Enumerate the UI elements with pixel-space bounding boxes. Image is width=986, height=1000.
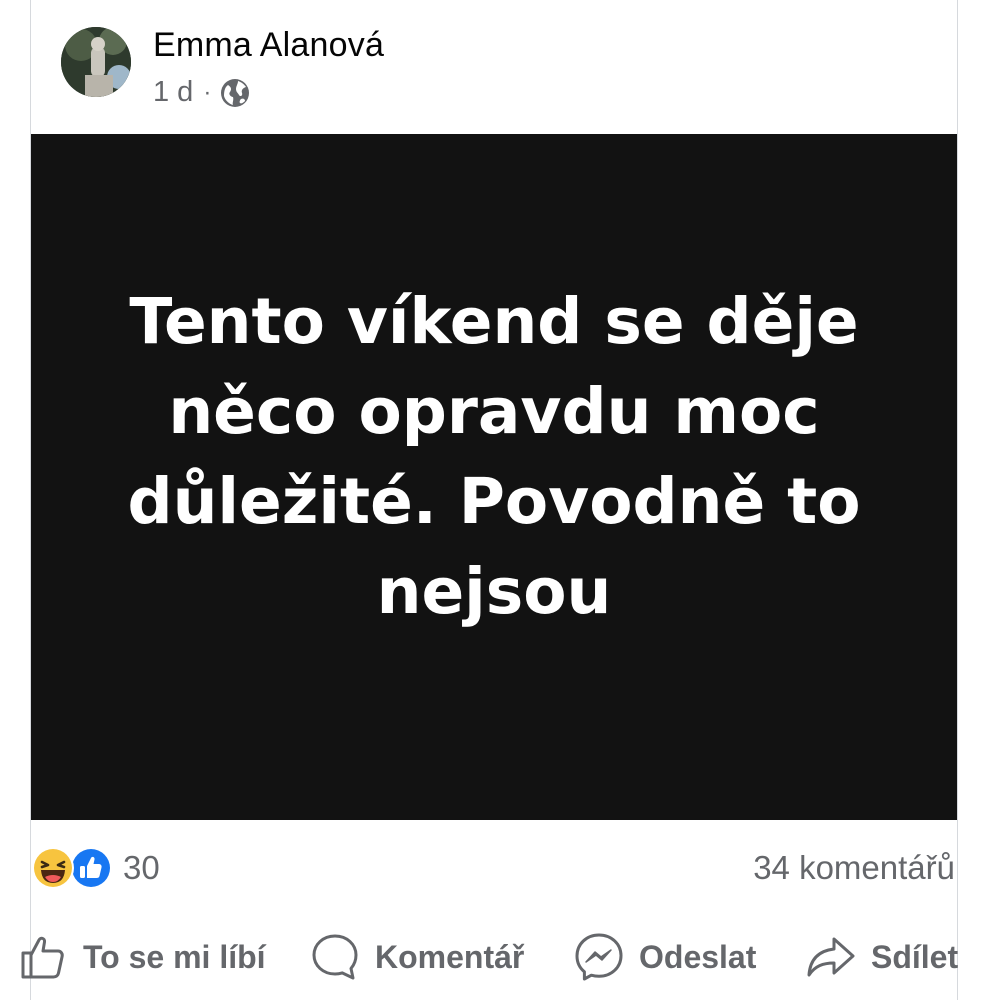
like-label: To se mi líbí: [83, 938, 266, 975]
post-time[interactable]: 1 d: [153, 76, 193, 109]
globe-icon[interactable]: [219, 77, 251, 109]
comment-bubble-icon: [309, 931, 361, 983]
post-actions: To se mi líbí Komentář Odeslat Sdílet: [21, 925, 958, 989]
comment-count[interactable]: 34 komentářů: [753, 849, 955, 887]
post-meta: 1 d ·: [153, 76, 251, 109]
send-button[interactable]: Odeslat: [573, 925, 756, 989]
share-label: Sdílet: [871, 938, 959, 975]
reactions-summary: 30 34 komentářů: [31, 840, 957, 896]
like-icon: [69, 846, 113, 890]
comment-label: Komentář: [375, 938, 525, 975]
send-label: Odeslat: [639, 938, 757, 975]
share-button[interactable]: Sdílet: [805, 925, 958, 989]
like-button[interactable]: To se mi líbí: [17, 925, 266, 989]
post-card: Emma Alanová 1 d · Tento víkend se děje …: [21, 0, 958, 1000]
meta-separator: ·: [203, 78, 212, 106]
messenger-icon: [573, 931, 625, 983]
thumbs-up-icon: [17, 931, 69, 983]
haha-icon: [31, 846, 75, 890]
author-name[interactable]: Emma Alanová: [153, 26, 384, 65]
comment-button[interactable]: Komentář: [309, 925, 524, 989]
reaction-count[interactable]: 30: [123, 849, 160, 887]
post-image[interactable]: Tento víkend se děje něco opravdu moc dů…: [31, 134, 957, 820]
share-arrow-icon: [805, 931, 857, 983]
reaction-icons[interactable]: [31, 846, 115, 890]
post-image-text: Tento víkend se děje něco opravdu moc dů…: [127, 285, 861, 628]
post-header: Emma Alanová 1 d ·: [31, 0, 957, 134]
author-avatar[interactable]: [61, 27, 131, 97]
